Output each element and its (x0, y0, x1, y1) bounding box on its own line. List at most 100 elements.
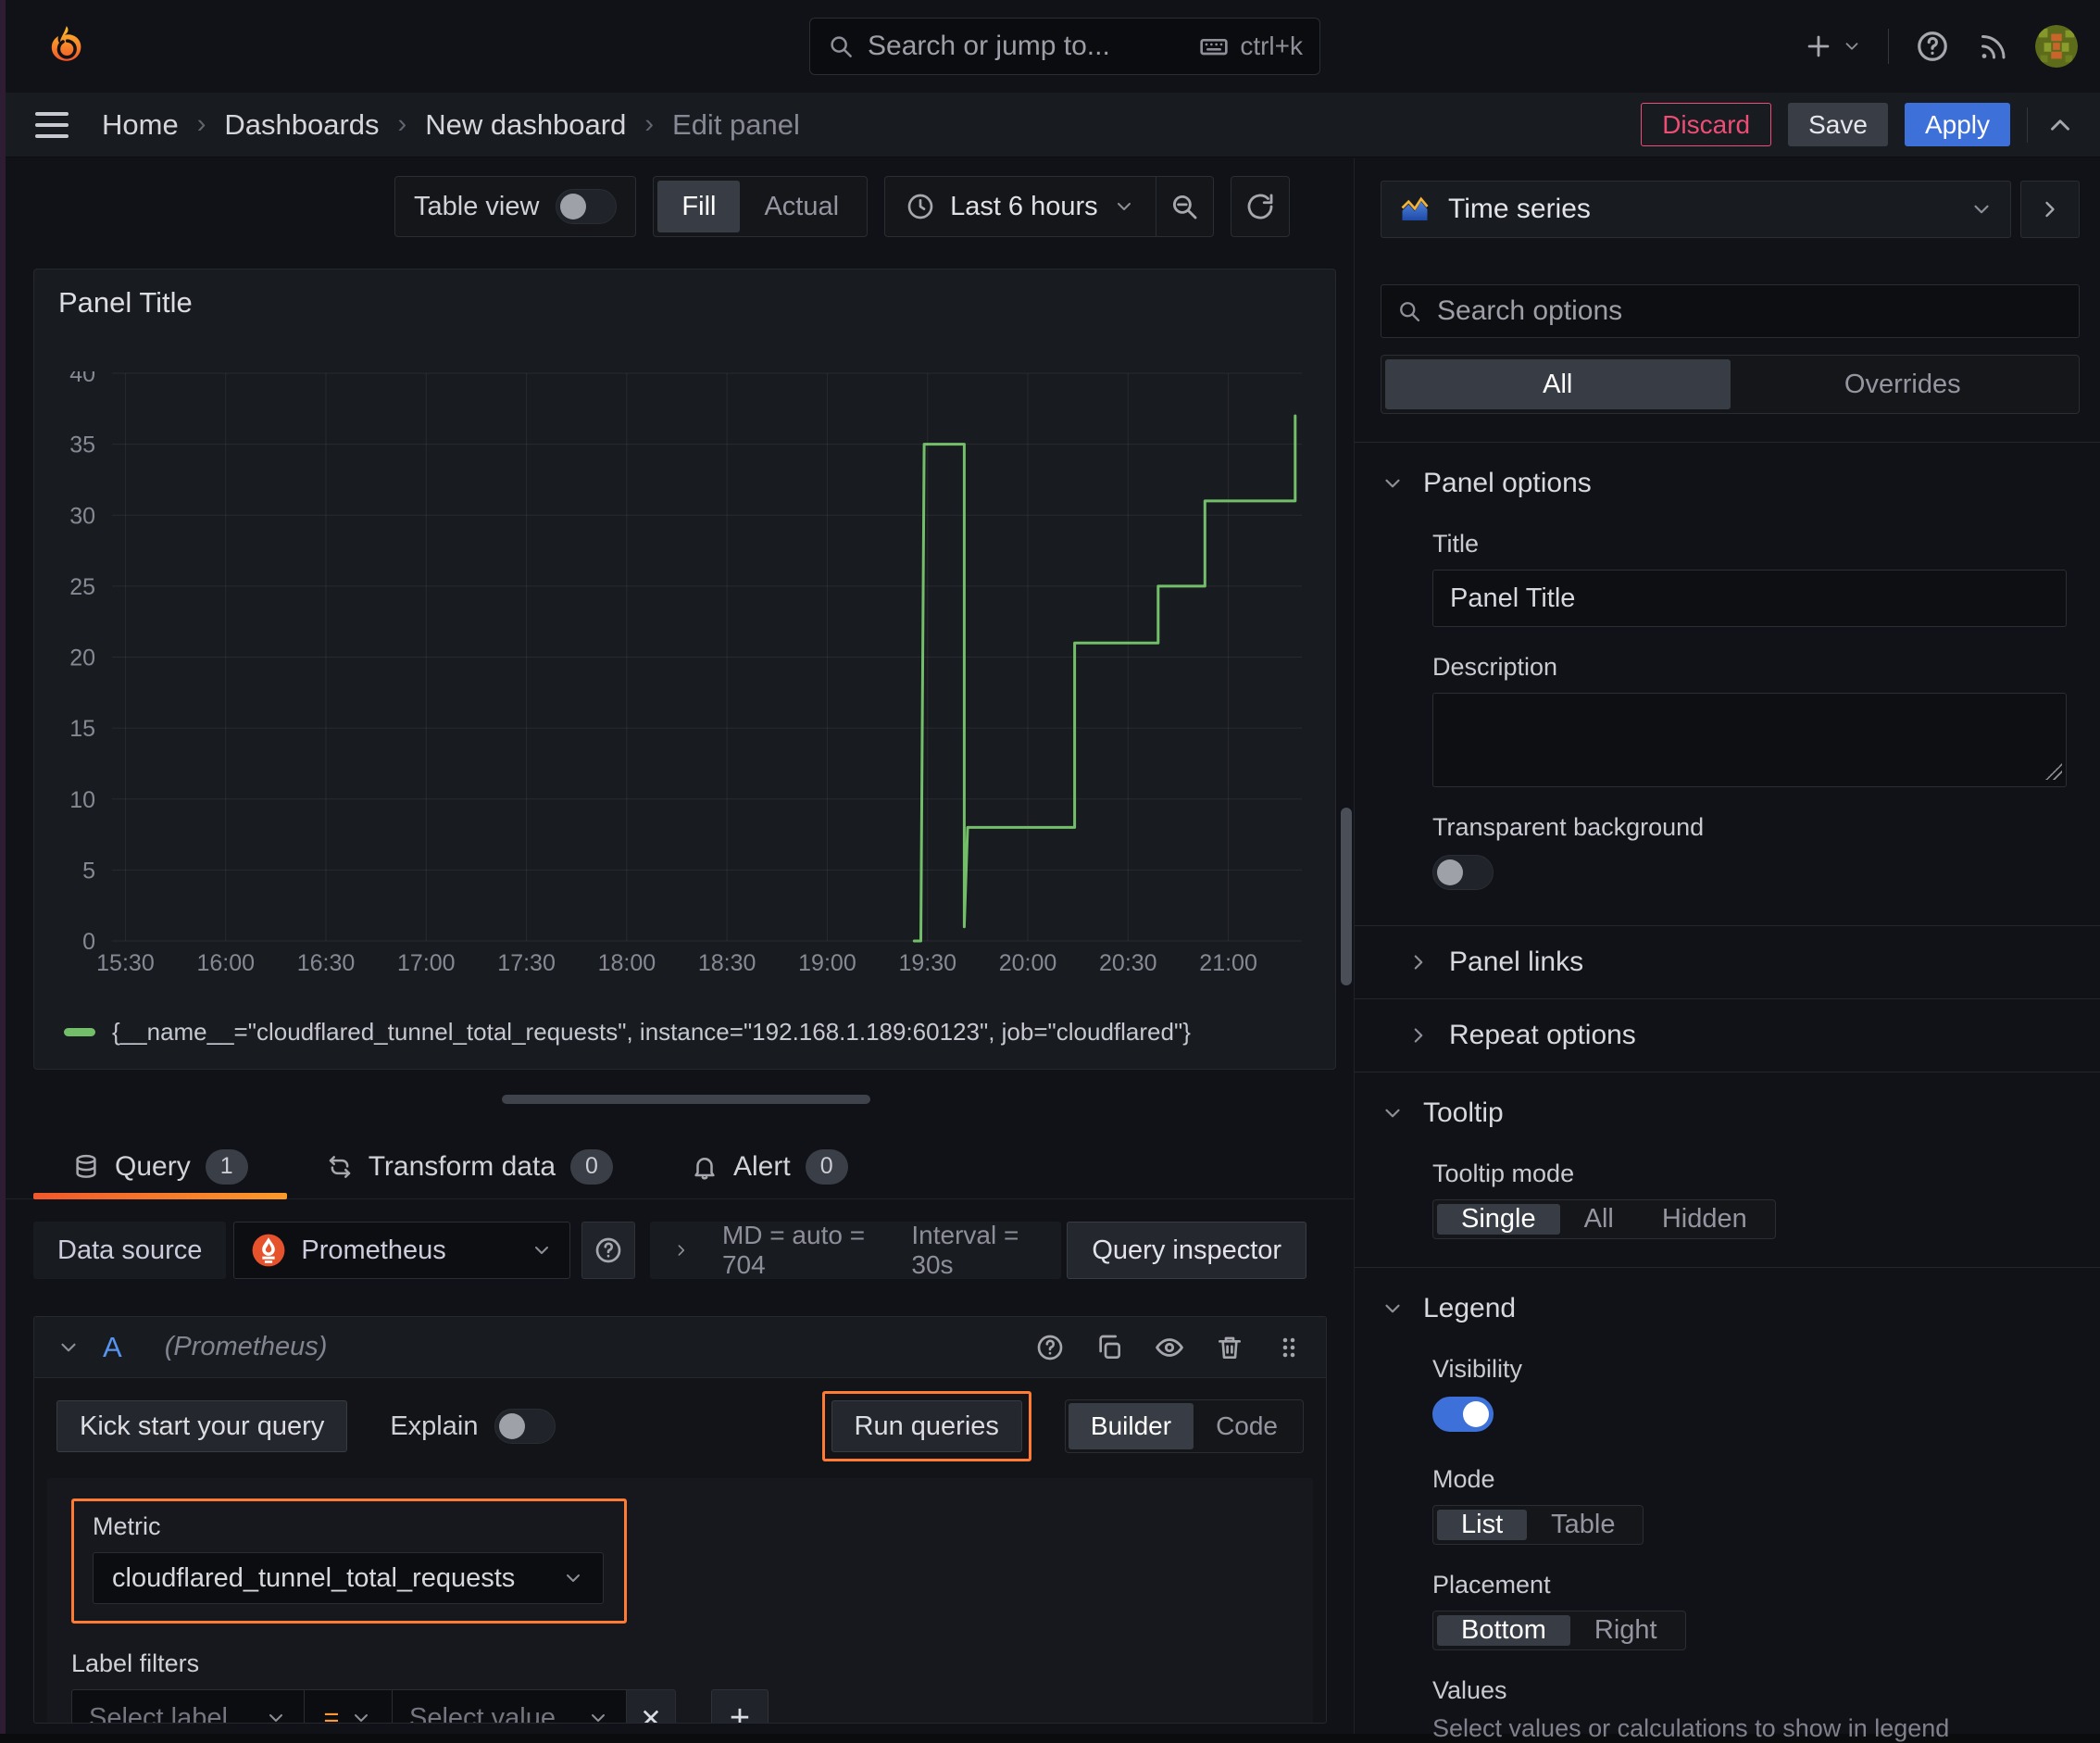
help-icon (1918, 31, 1947, 61)
metric-value: cloudflared_tunnel_total_requests (112, 1562, 516, 1593)
visualization-value: Time series (1448, 194, 1591, 224)
tab-query[interactable]: Query 1 (33, 1135, 287, 1199)
collapse-header-button[interactable] (2044, 109, 2076, 141)
legend-series-label[interactable]: {__name__="cloudflared_tunnel_total_requ… (112, 1018, 1191, 1047)
datasource-select[interactable]: Prometheus (233, 1222, 571, 1279)
time-series-chart[interactable]: 0 5 10 15 20 25 30 35 40 15:30 16:00 16:30 17:00 17:3… (56, 361, 1313, 976)
divider (1355, 998, 2100, 999)
description-textarea[interactable] (1432, 693, 2067, 787)
tab-transform-data[interactable]: Transform data 0 (287, 1135, 652, 1198)
user-avatar[interactable] (2035, 25, 2078, 68)
explain-toggle[interactable] (494, 1409, 556, 1444)
option-overrides[interactable]: Overrides (1731, 359, 2076, 409)
option-fill[interactable]: Fill (657, 181, 741, 232)
panel-resize-handle[interactable] (502, 1095, 870, 1104)
save-button[interactable]: Save (1788, 103, 1888, 146)
tooltip-mode-label: Tooltip mode (1432, 1160, 1575, 1187)
breadcrumb-item-home[interactable]: Home (102, 108, 179, 142)
panel-title-input[interactable] (1432, 570, 2067, 627)
datasource-help-button[interactable] (581, 1222, 636, 1279)
chevron-down-icon (269, 1714, 282, 1722)
tab-alert[interactable]: Alert 0 (652, 1135, 887, 1198)
zoom-out-button[interactable] (1155, 177, 1213, 236)
panel-links-header[interactable]: Panel links (1406, 941, 2080, 984)
series-color-dash[interactable] (64, 1028, 95, 1036)
query-inspector-button[interactable]: Query inspector (1067, 1222, 1307, 1279)
breadcrumb-item-new-dashboard[interactable]: New dashboard (425, 108, 626, 142)
remove-filter-button[interactable]: ✕ (626, 1689, 676, 1723)
option-all[interactable]: All (1560, 1204, 1638, 1235)
news-button[interactable] (1976, 30, 2009, 63)
legend-header[interactable]: Legend (1381, 1288, 2080, 1329)
time-series-viz-icon (1401, 196, 1429, 220)
tooltip-header[interactable]: Tooltip (1381, 1093, 2080, 1134)
grafana-logo-icon[interactable] (41, 21, 91, 71)
eye-icon[interactable] (1154, 1332, 1185, 1363)
svg-text:0: 0 (82, 929, 95, 955)
svg-text:16:30: 16:30 (297, 950, 356, 976)
trash-icon[interactable] (1215, 1333, 1244, 1362)
panel-title[interactable]: Panel Title (58, 286, 193, 320)
help-icon[interactable] (1035, 1333, 1065, 1362)
option-actual[interactable]: Actual (740, 181, 863, 232)
chevron-down-icon (1974, 205, 1989, 214)
panel-options-header[interactable]: Panel options (1381, 463, 2080, 504)
transparent-background-toggle[interactable] (1432, 855, 1494, 890)
global-search-input[interactable]: Search or jump to... ctrl+k (809, 18, 1320, 75)
legend-visibility-toggle[interactable] (1432, 1397, 1494, 1432)
option-list[interactable]: List (1437, 1510, 1528, 1540)
option-table[interactable]: Table (1527, 1510, 1639, 1540)
option-right[interactable]: Right (1570, 1615, 1681, 1646)
refresh-button[interactable] (1230, 176, 1290, 237)
visualization-row: Time series (1381, 181, 2080, 238)
help-button[interactable] (1915, 29, 1950, 64)
repeat-options-header[interactable]: Repeat options (1406, 1014, 2080, 1057)
option-hidden[interactable]: Hidden (1638, 1204, 1771, 1235)
menu-toggle-button[interactable] (35, 111, 69, 138)
select-label-dropdown[interactable]: Select label (71, 1689, 305, 1723)
visualization-select[interactable]: Time series (1381, 181, 2011, 238)
toggle-viz-picker-button[interactable] (2020, 181, 2080, 238)
transparent-background-label: Transparent background (1432, 813, 1705, 841)
refresh-icon (1247, 194, 1273, 219)
breadcrumb: Home › Dashboards › New dashboard › Edit… (102, 108, 800, 142)
svg-text:21:00: 21:00 (1199, 950, 1257, 976)
operator-dropdown[interactable]: = (304, 1689, 393, 1723)
breadcrumb-item-dashboards[interactable]: Dashboards (224, 108, 379, 142)
table-view-toggle[interactable] (556, 189, 618, 224)
tab-label: Query (115, 1150, 191, 1182)
query-row-header[interactable]: A (Prometheus) (34, 1317, 1326, 1378)
duplicate-icon[interactable] (1094, 1333, 1124, 1362)
add-filter-button[interactable]: + (711, 1689, 769, 1723)
chevron-down-icon (1385, 1109, 1400, 1118)
run-queries-button[interactable]: Run queries (831, 1400, 1022, 1452)
kick-start-button[interactable]: Kick start your query (56, 1400, 348, 1452)
nav-row: Home › Dashboards › New dashboard › Edit… (6, 93, 2100, 157)
svg-text:40: 40 (69, 371, 95, 387)
select-value-dropdown[interactable]: Select value (392, 1689, 627, 1723)
apply-button[interactable]: Apply (1904, 103, 2010, 146)
new-menu-button[interactable] (1803, 31, 1862, 62)
query-datasource-hint: (Prometheus) (164, 1332, 328, 1361)
svg-text:16:00: 16:00 (196, 950, 255, 976)
tab-label: Alert (733, 1150, 791, 1182)
svg-text:17:00: 17:00 (397, 950, 456, 976)
divider (1888, 29, 1889, 64)
option-code[interactable]: Code (1194, 1403, 1300, 1449)
option-single[interactable]: Single (1437, 1204, 1560, 1235)
option-builder[interactable]: Builder (1068, 1403, 1194, 1449)
tab-count-badge: 0 (805, 1148, 848, 1185)
time-range-button[interactable]: Last 6 hours (885, 177, 1156, 236)
metric-select[interactable]: cloudflared_tunnel_total_requests (93, 1552, 604, 1604)
svg-text:20:00: 20:00 (999, 950, 1057, 976)
bell-icon (694, 1157, 715, 1180)
options-search-input[interactable]: Search options (1381, 284, 2080, 338)
option-all[interactable]: All (1385, 359, 1731, 409)
interval: Interval = 30s (911, 1221, 1019, 1279)
breadcrumb-separator: › (196, 109, 206, 139)
query-options-summary[interactable]: MD = auto = 704 Interval = 30s (650, 1221, 1062, 1279)
scrollbar-thumb[interactable] (1341, 808, 1352, 985)
drag-handle-icon[interactable] (1274, 1333, 1304, 1362)
discard-button[interactable]: Discard (1641, 103, 1772, 146)
option-bottom[interactable]: Bottom (1437, 1615, 1570, 1646)
